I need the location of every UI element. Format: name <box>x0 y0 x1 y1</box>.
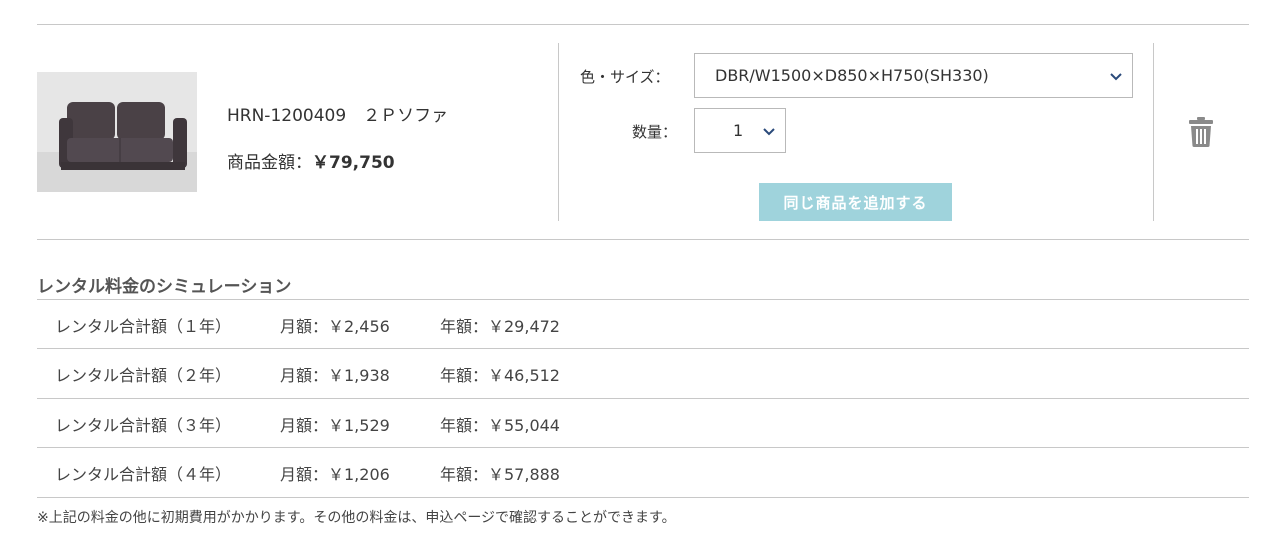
product-divider <box>37 239 1249 240</box>
size-label: 色・サイズ： <box>580 68 670 86</box>
simulation-row: レンタル合計額（３年） 月額：￥1,529 年額：￥55,044 <box>37 398 1249 447</box>
term-label: レンタル合計額（３年） <box>55 416 232 435</box>
monthly-price: 月額：￥1,938 <box>280 366 390 385</box>
yearly-price: 年額：￥57,888 <box>440 465 560 484</box>
size-select-value: DBR/W1500×D850×H750(SH330) <box>715 66 989 85</box>
column-divider-right <box>1153 43 1154 221</box>
delete-button[interactable] <box>1188 116 1214 148</box>
row-divider <box>37 497 1249 498</box>
term-label: レンタル合計額（２年） <box>55 366 232 385</box>
monthly-price: 月額：￥1,206 <box>280 465 390 484</box>
add-same-item-button[interactable]: 同じ商品を追加する <box>759 183 952 221</box>
chevron-down-icon <box>1110 73 1122 81</box>
monthly-price: 月額：￥1,529 <box>280 416 390 435</box>
price-value: ￥79,750 <box>312 153 395 173</box>
quantity-label: 数量： <box>632 123 678 141</box>
product-price: 商品金額：￥79,750 <box>227 148 395 173</box>
product-image[interactable] <box>37 72 197 192</box>
simulation-row: レンタル合計額（４年） 月額：￥1,206 年額：￥57,888 <box>37 447 1249 496</box>
size-select[interactable]: DBR/W1500×D850×H750(SH330) <box>694 53 1133 98</box>
column-divider-left <box>558 43 559 221</box>
term-label: レンタル合計額（４年） <box>55 465 232 484</box>
trash-icon <box>1189 117 1213 147</box>
simulation-row: レンタル合計額（１年） 月額：￥2,456 年額：￥29,472 <box>37 299 1249 348</box>
chevron-down-icon <box>763 128 775 136</box>
yearly-price: 年額：￥46,512 <box>440 366 560 385</box>
price-label: 商品金額： <box>227 153 312 173</box>
top-divider <box>37 24 1249 25</box>
quantity-select[interactable]: 1 <box>694 108 786 153</box>
yearly-price: 年額：￥55,044 <box>440 416 560 435</box>
footnote: ※上記の料金の他に初期費用がかかります。その他の料金は、申込ページで確認すること… <box>37 510 676 526</box>
sofa-image <box>37 72 197 192</box>
yearly-price: 年額：￥29,472 <box>440 317 560 336</box>
term-label: レンタル合計額（１年） <box>55 317 232 336</box>
simulation-row: レンタル合計額（２年） 月額：￥1,938 年額：￥46,512 <box>37 348 1249 397</box>
product-name: HRN-1200409 ２Ｐソファ <box>227 106 449 126</box>
simulation-title: レンタル料金のシミュレーション <box>37 277 292 297</box>
quantity-select-value: 1 <box>733 121 744 140</box>
monthly-price: 月額：￥2,456 <box>280 317 390 336</box>
